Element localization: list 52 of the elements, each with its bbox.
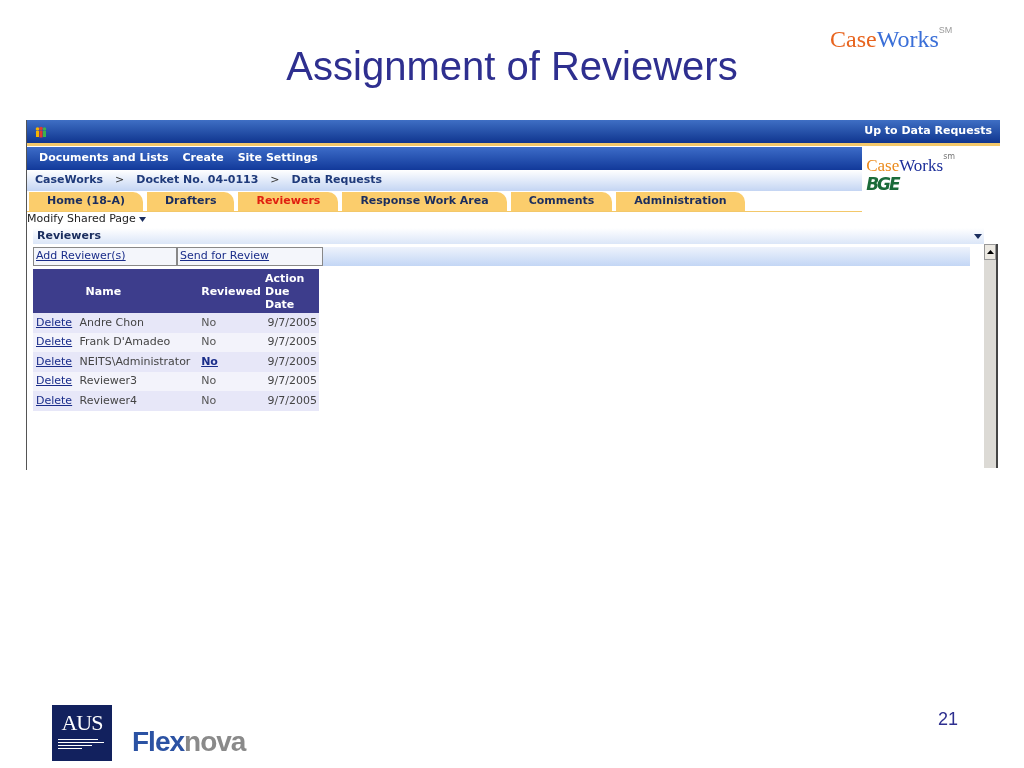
table-cell: NEITS\Administrator	[79, 352, 200, 372]
delete-link[interactable]: Delete	[36, 393, 73, 407]
page-number: 21	[938, 708, 959, 731]
tab[interactable]: Home (18-A)	[29, 192, 143, 211]
table-cell: Frank D'Amadeo	[79, 332, 200, 352]
table-cell: No	[201, 335, 217, 348]
dropdown-icon[interactable]	[974, 233, 982, 239]
column-header: Reviewed	[199, 269, 263, 313]
delete-link[interactable]: Delete	[36, 354, 73, 368]
scrollbar[interactable]	[984, 244, 998, 468]
breadcrumb-link[interactable]: CaseWorks	[35, 172, 104, 189]
breadcrumb-link[interactable]: Docket No. 04-0113	[136, 172, 259, 189]
column-header: Name	[79, 269, 200, 313]
table-cell: 9/7/2005	[263, 391, 319, 411]
breadcrumb-separator: >	[115, 172, 125, 189]
slide-title: Assignment of Reviewers	[285, 43, 739, 90]
company-logo: BGE	[866, 175, 899, 193]
delete-link[interactable]: Delete	[36, 315, 73, 329]
toolbar-button[interactable]: Add Reviewer(s)	[33, 247, 177, 266]
caseworks-logo: CaseWorks$^{SM}$	[830, 24, 953, 54]
nav-menu-item[interactable]: Site Settings	[237, 150, 318, 167]
delete-link[interactable]: Delete	[36, 335, 73, 348]
tab[interactable]: Response Work Area	[342, 192, 507, 211]
scroll-up-icon[interactable]	[984, 244, 996, 260]
tab[interactable]: Comments	[510, 192, 613, 211]
flexnova-logo: Flexnova	[132, 726, 246, 758]
aus-logo: AUS	[52, 705, 112, 761]
table-cell: 9/7/2005	[263, 313, 319, 333]
table-cell: Andre Chon	[79, 313, 200, 333]
delete-link[interactable]: Delete	[36, 374, 73, 387]
table-cell: 9/7/2005	[263, 352, 319, 372]
webpart-title: Reviewers	[36, 227, 101, 244]
dropdown-icon	[138, 216, 146, 222]
table-cell: 9/7/2005	[263, 371, 319, 391]
tab[interactable]: Drafters	[146, 192, 235, 211]
table-cell: Reviewer3	[79, 371, 200, 391]
table-cell: No	[201, 374, 217, 387]
breadcrumb-link[interactable]: Data Requests	[291, 172, 383, 189]
table-cell: No	[201, 393, 217, 407]
toolbar-button[interactable]: Send for Review	[177, 247, 323, 266]
nav-menu-item[interactable]: Documents and Lists	[39, 150, 169, 167]
column-header: Action Due Date	[263, 269, 319, 313]
modify-page-link[interactable]: Modify Shared Page	[27, 210, 136, 228]
table-cell: Reviewer4	[79, 391, 200, 411]
people-icon	[35, 125, 47, 138]
nav-menu-item[interactable]: Create	[182, 150, 224, 167]
tab[interactable]: Administration	[616, 192, 745, 211]
breadcrumb-separator: >	[270, 172, 280, 189]
table-cell: 9/7/2005	[263, 332, 319, 352]
table-cell: No	[201, 315, 217, 329]
up-link[interactable]: Up to Data Requests	[864, 123, 992, 140]
reviewed-link[interactable]: No	[201, 354, 218, 368]
